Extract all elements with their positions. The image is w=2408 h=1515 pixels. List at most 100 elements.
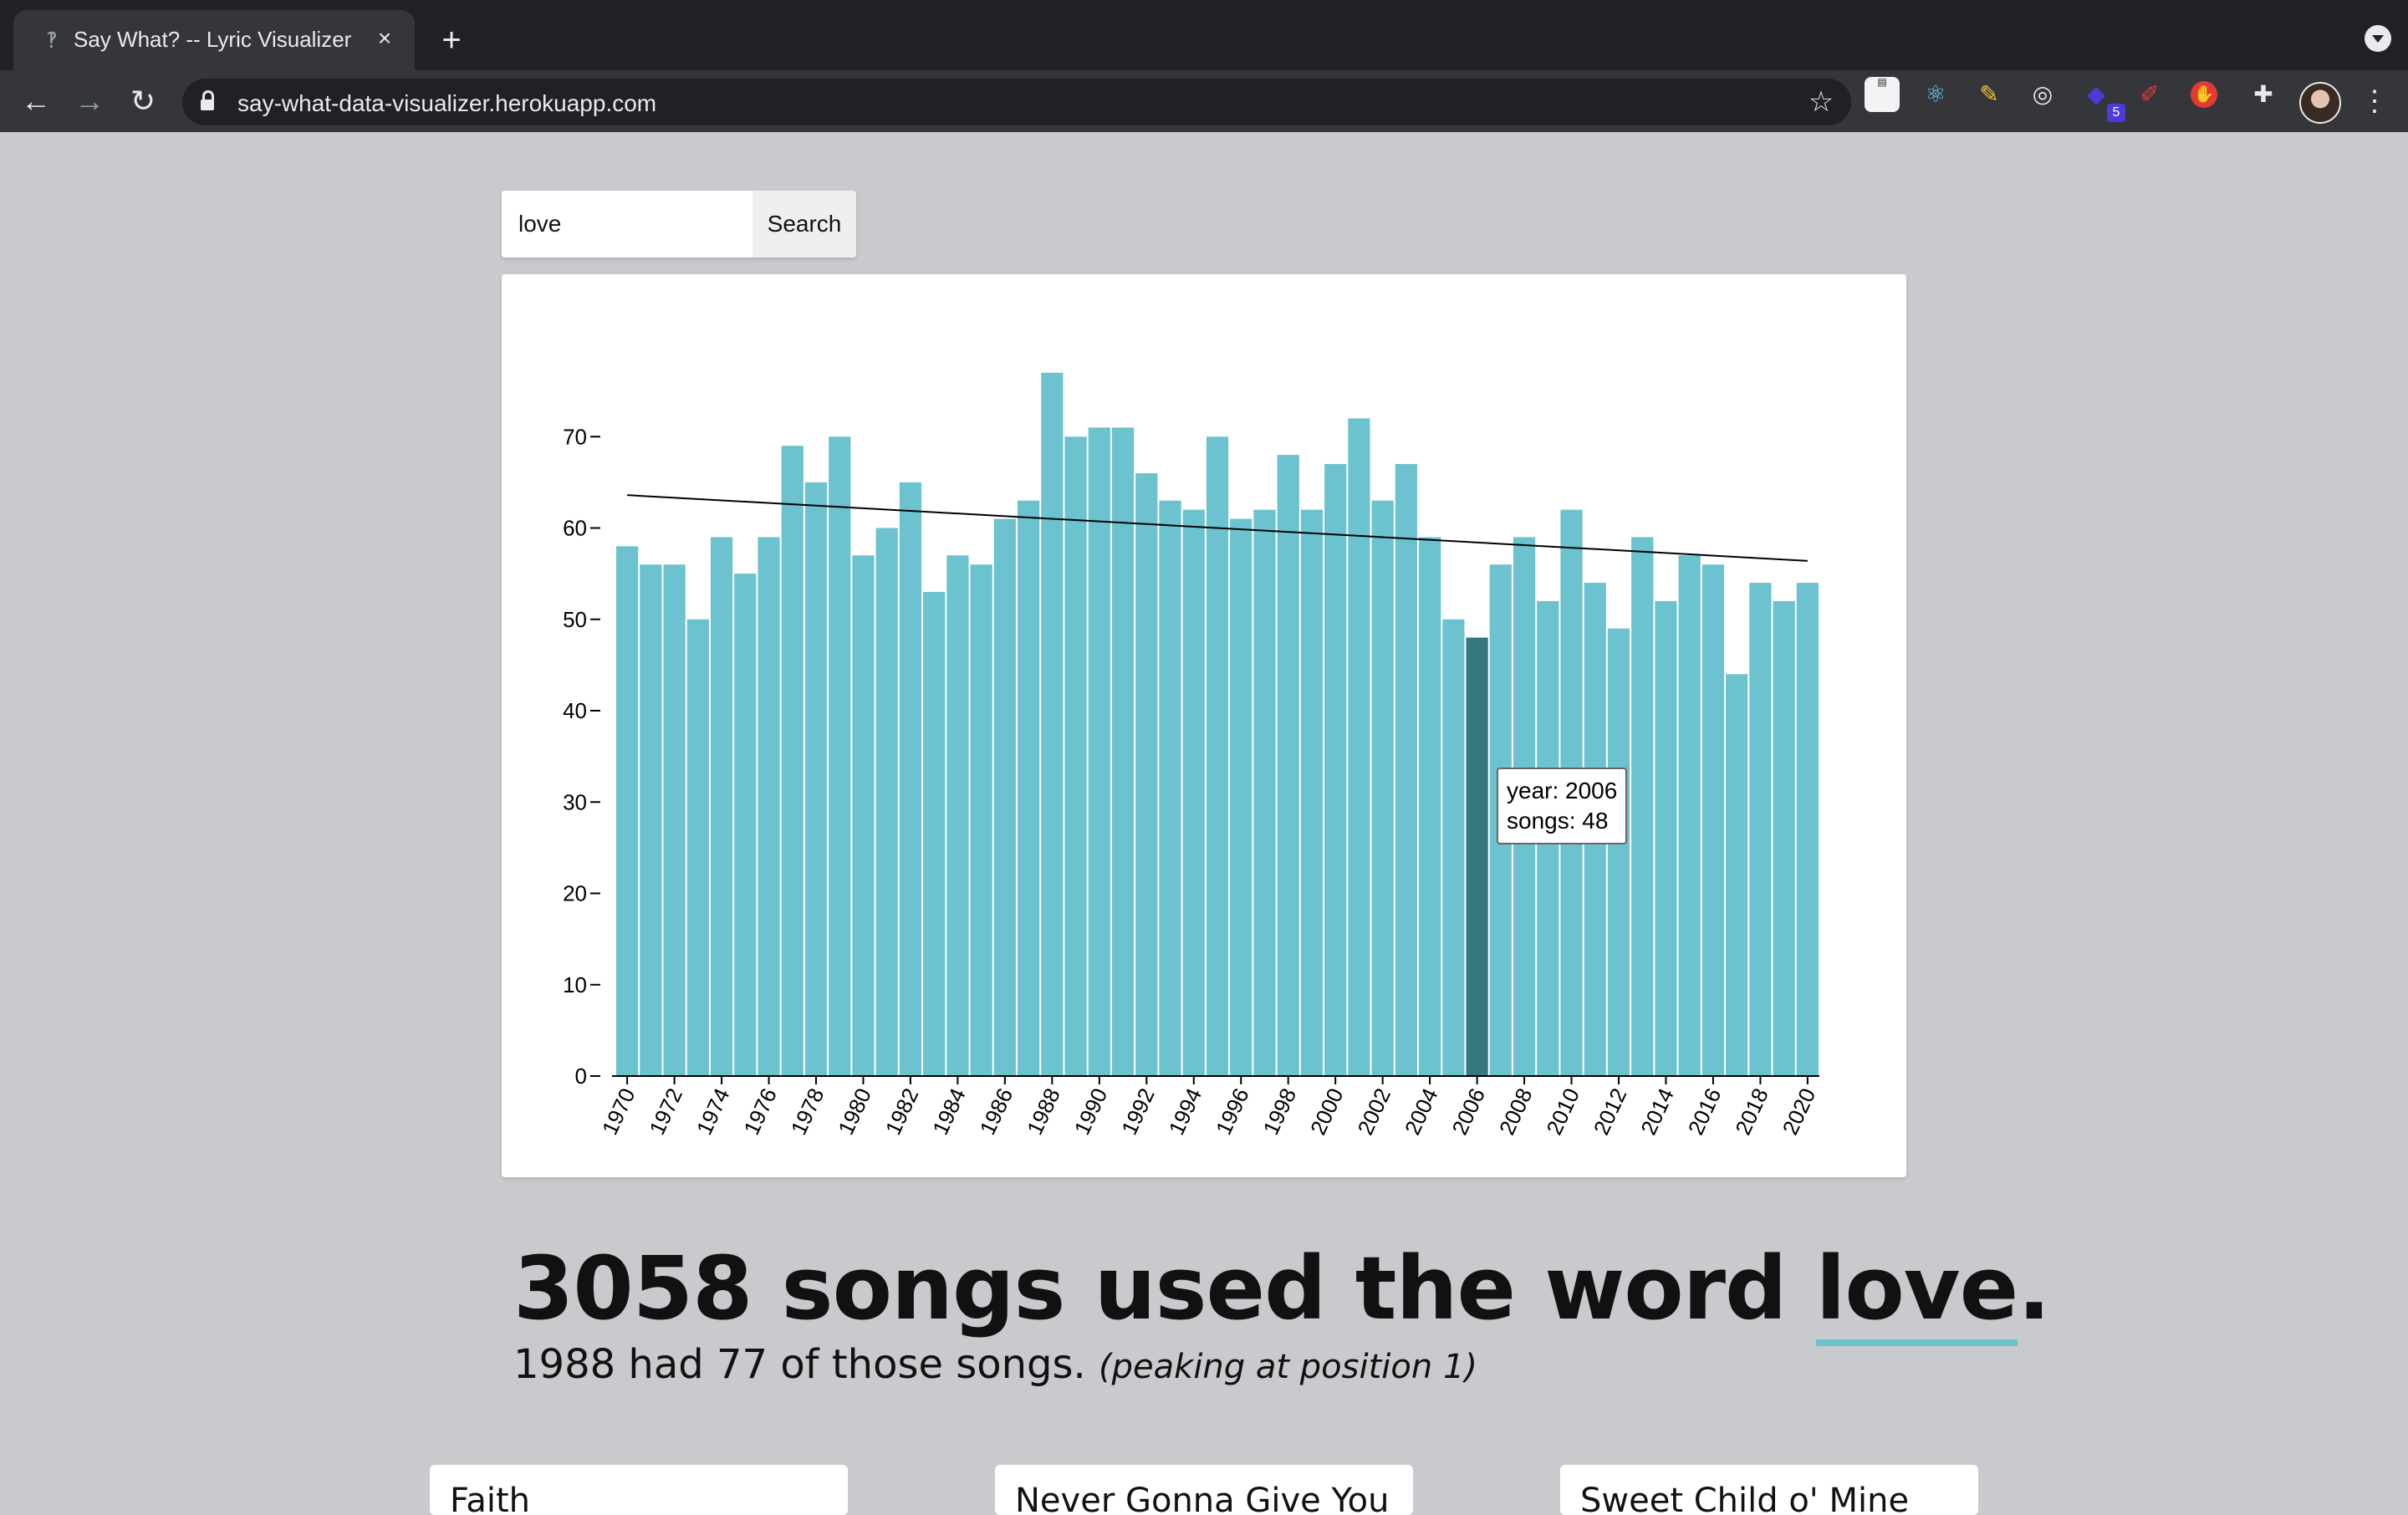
tab-search-icon[interactable] xyxy=(2365,25,2391,52)
job-apply-extension-icon[interactable]: ▤ xyxy=(1865,77,1900,112)
x-tick-label: 2020 xyxy=(1778,1084,1821,1139)
bar-1994 xyxy=(1182,509,1205,1076)
bar-1999 xyxy=(1300,509,1324,1076)
search-input[interactable] xyxy=(502,191,752,258)
bar-2012 xyxy=(1607,628,1630,1076)
x-tick-label: 1998 xyxy=(1258,1084,1302,1139)
bar-2004 xyxy=(1419,537,1441,1076)
x-tick-label: 1980 xyxy=(833,1084,876,1139)
bar-2003 xyxy=(1395,464,1417,1076)
url-text[interactable]: say-what-data-visualizer.herokuapp.com xyxy=(237,90,656,117)
song-card[interactable]: Sweet Child o' Mine xyxy=(1560,1465,1978,1515)
song-title: Sweet Child o' Mine xyxy=(1580,1482,1910,1515)
bar-1988 xyxy=(1041,372,1064,1076)
bar-chart: 0102030405060701970 1972 1974 1976 1978 1980 1… xyxy=(563,372,1821,1139)
tooltip-year: year: 2006 xyxy=(1507,778,1618,803)
x-tick-label: 2006 xyxy=(1446,1084,1490,1139)
x-tick-label: 2014 xyxy=(1635,1084,1679,1139)
song-card[interactable]: Faith xyxy=(430,1465,848,1515)
back-button[interactable]: ← xyxy=(15,80,57,122)
bar-1978 xyxy=(804,482,828,1076)
favicon-icon: ‽ xyxy=(46,28,58,53)
subline-note: (peaking at position 1) xyxy=(1099,1348,1477,1386)
summary-subline: 1988 had 77 of those songs. (peaking at … xyxy=(513,1341,1477,1388)
bar-1986 xyxy=(993,518,1016,1076)
address-bar[interactable]: say-what-data-visualizer.herokuapp.com ☆ xyxy=(182,79,1851,125)
song-card[interactable]: Never Gonna Give You xyxy=(995,1465,1413,1515)
bar-1984 xyxy=(946,555,969,1076)
bar-1980 xyxy=(852,555,875,1076)
bar-1987 xyxy=(1018,500,1040,1076)
subline-text: 1988 had 77 of those songs. xyxy=(513,1341,1099,1388)
x-tick-label: 1976 xyxy=(738,1084,782,1139)
bar-1981 xyxy=(875,528,898,1076)
target-extension-icon[interactable]: ◎ xyxy=(2025,77,2060,112)
y-tick-label: 0 xyxy=(575,1064,587,1089)
bar-1990 xyxy=(1088,427,1110,1076)
bar-1985 xyxy=(970,564,992,1076)
x-tick-label: 2018 xyxy=(1730,1084,1773,1139)
bar-1989 xyxy=(1064,436,1087,1076)
x-tick-label: 2016 xyxy=(1683,1084,1727,1139)
tooltip-songs: songs: 48 xyxy=(1507,808,1609,834)
bar-1977 xyxy=(781,446,804,1076)
y-tick-label: 30 xyxy=(563,789,587,814)
browser-toolbar: ← → ↻ say-what-data-visualizer.herokuapp… xyxy=(0,70,2408,132)
y-tick-label: 50 xyxy=(563,607,587,632)
bar-2000 xyxy=(1324,464,1347,1076)
chart-tooltip: year: 2006 songs: 48 xyxy=(1497,768,1628,844)
x-tick-label: 2010 xyxy=(1541,1084,1584,1139)
x-tick-label: 1982 xyxy=(880,1084,924,1139)
marker-extension-icon[interactable]: ✐ xyxy=(2132,77,2167,112)
y-tick-label: 60 xyxy=(563,516,587,541)
forward-button[interactable]: → xyxy=(69,80,110,122)
bar-1997 xyxy=(1253,509,1276,1076)
chart-card: 0 10 20 30 40 50 60 70 1970 1972 1974 1976 1978 1980 1… xyxy=(502,274,1906,1177)
x-tick-label: 1988 xyxy=(1022,1084,1065,1139)
bookmark-star-icon[interactable]: ☆ xyxy=(1804,85,1838,119)
x-tick-label: 1986 xyxy=(975,1084,1018,1139)
x-tick-label: 2002 xyxy=(1352,1084,1395,1139)
browser-tab-bar: ‽ Say What? -- Lyric Visualizer × + xyxy=(0,0,2408,70)
extensions-puzzle-icon[interactable]: ✚ xyxy=(2246,77,2281,112)
x-tick-label: 2012 xyxy=(1589,1084,1632,1139)
headline-word: love xyxy=(1815,1237,2018,1346)
adblock-hand-icon[interactable]: ✋ xyxy=(2191,81,2217,108)
bar-2014 xyxy=(1655,600,1677,1076)
lock-icon[interactable] xyxy=(201,90,214,112)
headline-prefix: 3058 songs used the word xyxy=(513,1237,1816,1339)
new-tab-button[interactable]: + xyxy=(431,22,472,62)
bar-2017 xyxy=(1726,674,1748,1076)
bar-1976 xyxy=(758,537,780,1076)
bar-2016 xyxy=(1701,564,1725,1076)
profile-avatar[interactable] xyxy=(2299,82,2341,124)
bar-1992 xyxy=(1135,472,1158,1076)
summary-headline: 3058 songs used the word love. xyxy=(513,1237,2051,1346)
tab-close-button[interactable]: × xyxy=(370,23,400,54)
bar-2002 xyxy=(1371,500,1394,1076)
bar-2005 xyxy=(1442,619,1465,1076)
tab-title: Say What? -- Lyric Visualizer xyxy=(74,27,352,52)
x-tick-label: 2000 xyxy=(1305,1084,1349,1139)
bar-1979 xyxy=(829,436,851,1076)
react-devtools-icon[interactable]: ⚛ xyxy=(1918,77,1953,112)
search-form: Search xyxy=(502,191,856,258)
headline-suffix: . xyxy=(2018,1237,2051,1339)
reload-button[interactable]: ↻ xyxy=(122,80,164,122)
bar-1972 xyxy=(663,564,686,1076)
x-tick-label: 2008 xyxy=(1494,1084,1538,1139)
bar-1971 xyxy=(640,564,662,1076)
x-tick-label: 1996 xyxy=(1211,1084,1254,1139)
bar-2018 xyxy=(1749,583,1772,1076)
bar-2015 xyxy=(1678,555,1701,1076)
bar-1983 xyxy=(923,591,946,1076)
search-button[interactable]: Search xyxy=(752,191,856,258)
bar-2019 xyxy=(1773,600,1795,1076)
broom-extension-icon[interactable]: ✎ xyxy=(1972,77,2007,112)
x-tick-label: 1978 xyxy=(786,1084,829,1139)
bar-2020 xyxy=(1796,583,1819,1076)
browser-menu-icon[interactable]: ⋮ xyxy=(2358,82,2391,120)
bar-2013 xyxy=(1631,537,1654,1076)
browser-tab[interactable]: ‽ Say What? -- Lyric Visualizer × xyxy=(13,10,415,70)
bar-1975 xyxy=(734,574,757,1076)
